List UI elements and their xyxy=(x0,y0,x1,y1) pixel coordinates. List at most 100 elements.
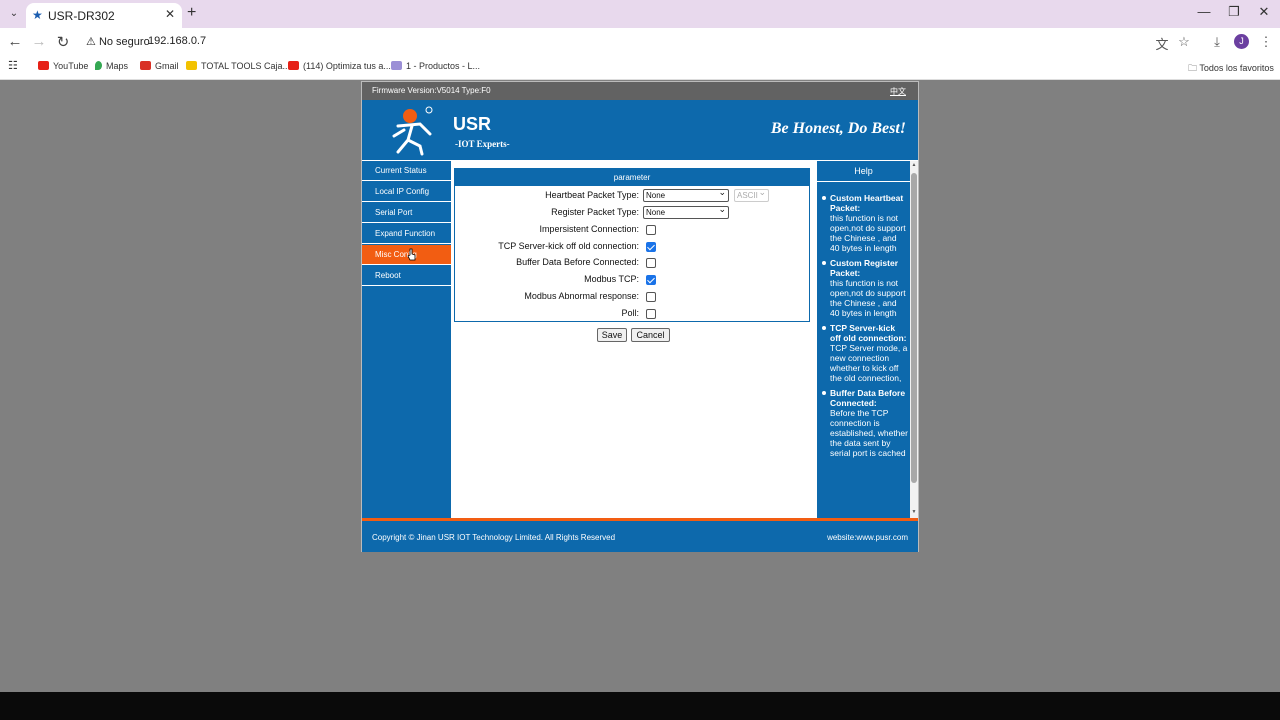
hand-cursor-icon xyxy=(407,248,416,261)
help-scrollbar[interactable]: ▲ ▼ xyxy=(910,161,918,518)
bookmark-label: Maps xyxy=(106,61,129,71)
modbus-abnormal-label: Modbus Abnormal response: xyxy=(524,291,639,301)
tab-title: USR-DR302 xyxy=(48,9,115,23)
close-window-icon[interactable]: ✕ xyxy=(1254,4,1274,20)
menu-serial-port[interactable]: Serial Port xyxy=(362,203,451,223)
menu-current-status[interactable]: Current Status xyxy=(362,161,451,181)
firmware-bar: Firmware Version:V5014 Type:F0 中文 xyxy=(362,82,918,100)
help-item: Custom Register Packet: this function is … xyxy=(822,258,908,318)
total-tools-icon xyxy=(186,61,197,70)
bookmark-star-icon[interactable]: ☆ xyxy=(1176,34,1192,50)
language-link[interactable]: 中文 xyxy=(890,86,906,97)
bookmark-productos[interactable]: 1 - Productos - L... xyxy=(391,61,480,71)
help-item: Buffer Data Before Connected: Before the … xyxy=(822,388,908,458)
modbus-abnormal-row: Modbus Abnormal response: xyxy=(455,290,809,304)
buffer-checkbox[interactable] xyxy=(646,258,656,268)
bookmark-total-tools[interactable]: TOTAL TOOLS Caja... xyxy=(186,61,290,71)
brand-name: USR xyxy=(453,114,492,134)
scroll-up-icon[interactable]: ▲ xyxy=(911,162,917,168)
restore-icon[interactable]: ❐ xyxy=(1224,4,1244,20)
url-text[interactable]: 192.168.0.7 xyxy=(148,35,206,47)
bookmark-youtube[interactable]: YouTube xyxy=(38,61,88,71)
youtube-icon xyxy=(288,61,299,70)
poll-checkbox[interactable] xyxy=(646,309,656,319)
modbus-abnormal-checkbox[interactable] xyxy=(646,292,656,302)
bookmark-label: YouTube xyxy=(53,61,89,71)
kickoff-label: TCP Server-kick off old connection: xyxy=(498,241,639,251)
bookmark-youtube-video[interactable]: (114) Optimiza tus a... xyxy=(288,61,391,71)
save-button[interactable]: Save xyxy=(597,328,627,342)
brand-tagline: -IOT Experts- xyxy=(455,139,510,149)
new-tab-icon[interactable]: + xyxy=(187,4,196,22)
register-type-select[interactable]: None xyxy=(643,204,729,219)
modbus-checkbox[interactable] xyxy=(646,275,656,285)
copyright-text: Copyright © Jinan USR IOT Technology Lim… xyxy=(372,533,616,542)
kickoff-checkbox[interactable] xyxy=(646,242,656,252)
warning-icon: ⚠ xyxy=(86,36,96,48)
main-content: parameter Heartbeat Packet Type: None AS… xyxy=(451,161,813,518)
minimize-icon[interactable]: — xyxy=(1194,4,1214,19)
menu-local-ip-config[interactable]: Local IP Config xyxy=(362,182,451,202)
help-item-title: Custom Heartbeat Packet: xyxy=(830,193,904,213)
youtube-icon xyxy=(38,61,49,70)
back-icon[interactable]: ← xyxy=(6,33,24,50)
modbus-row: Modbus TCP: xyxy=(455,273,809,287)
heartbeat-row: Heartbeat Packet Type: None ASCII xyxy=(455,187,809,203)
tab-usr-dr302[interactable]: ★ USR-DR302 ✕ xyxy=(26,3,182,28)
maps-pin-icon xyxy=(95,61,102,70)
firmware-version: Firmware Version:V5014 Type:F0 xyxy=(372,86,491,95)
impersistent-row: Impersistent Connection: xyxy=(455,223,809,237)
bookmark-label: (114) Optimiza tus a... xyxy=(303,61,391,71)
heartbeat-type-select[interactable]: None xyxy=(643,187,729,202)
gmail-icon xyxy=(140,61,151,70)
all-bookmarks[interactable]: 🗀 Todos los favoritos xyxy=(1188,61,1274,77)
profile-avatar[interactable]: J xyxy=(1234,34,1249,49)
heartbeat-label: Heartbeat Packet Type: xyxy=(545,190,639,200)
tab-search-icon[interactable]: ⌄ xyxy=(6,6,22,22)
website-label: website: xyxy=(827,533,857,542)
poll-label: Poll: xyxy=(621,308,639,318)
help-panel: Help Custom Heartbeat Packet: this functi… xyxy=(815,161,910,518)
buffer-row: Buffer Data Before Connected: xyxy=(455,256,809,270)
tab-close-icon[interactable]: ✕ xyxy=(165,7,175,21)
kebab-menu-icon[interactable]: ⋮ xyxy=(1258,34,1274,50)
reload-icon[interactable]: ↻ xyxy=(54,33,72,51)
scroll-thumb[interactable] xyxy=(911,173,917,483)
translate-icon[interactable]: 文 xyxy=(1154,34,1170,53)
cancel-button[interactable]: Cancel xyxy=(631,328,670,342)
help-item-text: this function is not open,not do support… xyxy=(830,278,906,318)
slogan: Be Honest, Do Best! xyxy=(770,120,906,137)
bookmark-maps[interactable]: Maps xyxy=(95,61,128,71)
impersistent-label: Impersistent Connection: xyxy=(539,224,639,234)
panel-title: parameter xyxy=(455,169,809,186)
all-bookmarks-label: Todos los favoritos xyxy=(1199,63,1274,73)
impersistent-checkbox[interactable] xyxy=(646,225,656,235)
menu-expand-function[interactable]: Expand Function xyxy=(362,224,451,244)
forward-icon[interactable]: → xyxy=(30,33,48,50)
page-footer: Copyright © Jinan USR IOT Technology Lim… xyxy=(362,521,918,552)
download-icon[interactable]: ⤓ xyxy=(1209,34,1225,50)
chat-icon xyxy=(391,61,402,70)
folder-icon: 🗀 xyxy=(1188,63,1200,73)
modbus-label: Modbus TCP: xyxy=(584,274,639,284)
usr-favicon-icon: ★ xyxy=(32,8,43,22)
help-item-title: TCP Server-kick off old connection: xyxy=(830,323,907,343)
usr-logo-icon xyxy=(392,106,433,156)
apps-grid-icon[interactable]: ☷ xyxy=(8,59,18,72)
scroll-down-icon[interactable]: ▼ xyxy=(911,509,917,515)
tab-strip: ⌄ ★ USR-DR302 ✕ + — ❐ ✕ xyxy=(0,0,1280,28)
website-link[interactable]: www.pusr.com xyxy=(856,533,908,542)
help-item-text: Before the TCP connection is established… xyxy=(830,408,908,458)
menu-reboot[interactable]: Reboot xyxy=(362,266,451,286)
heartbeat-format-select[interactable]: ASCII xyxy=(734,187,769,202)
poll-row: Poll: xyxy=(455,307,809,321)
bookmark-label: 1 - Productos - L... xyxy=(406,61,481,71)
address-bar[interactable]: ⚠ No seguro 192.168.0.7 xyxy=(80,31,1200,53)
parameter-panel: parameter Heartbeat Packet Type: None AS… xyxy=(454,168,810,322)
register-row: Register Packet Type: None xyxy=(455,204,809,220)
device-page: Firmware Version:V5014 Type:F0 中文 USR -I… xyxy=(361,81,919,552)
bookmarks-bar: ☷ YouTube Maps Gmail TOTAL TOOLS Caja...… xyxy=(0,56,1280,80)
taskbar xyxy=(0,692,1280,720)
not-secure-indicator[interactable]: ⚠ No seguro xyxy=(86,35,150,48)
bookmark-gmail[interactable]: Gmail xyxy=(140,61,179,71)
